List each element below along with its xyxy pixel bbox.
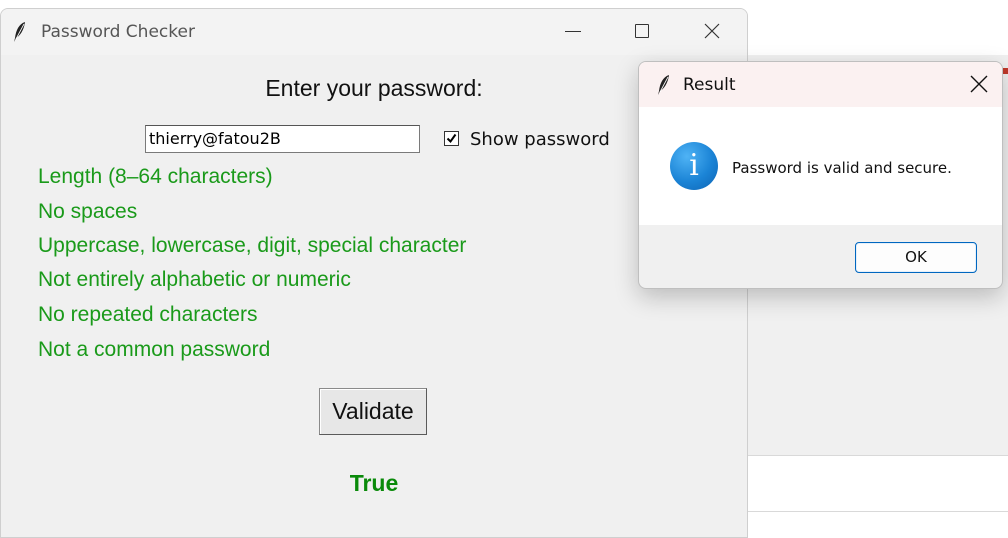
show-password-label[interactable]: Show password <box>470 129 610 150</box>
maximize-button[interactable] <box>607 9 677 55</box>
rule-no-spaces: No spaces <box>38 200 138 223</box>
rule-not-common: Not a common password <box>38 338 271 361</box>
dialog-message: Password is valid and secure. <box>732 159 952 177</box>
password-input[interactable]: thierry@fatou2B <box>145 125 420 153</box>
result-dialog: Result i Password is valid and secure. O… <box>638 61 1003 289</box>
dialog-close-button[interactable] <box>959 62 1002 107</box>
minimize-button[interactable] <box>537 9 607 55</box>
rule-character-classes: Uppercase, lowercase, digit, special cha… <box>38 234 467 257</box>
rule-no-repeats: No repeated characters <box>38 303 258 326</box>
prompt-heading: Enter your password: <box>265 75 483 101</box>
background-panel <box>748 456 1008 526</box>
validation-result: True <box>349 470 399 496</box>
feather-icon <box>657 74 671 96</box>
password-checker-window: Password Checker Enter your password: th… <box>0 8 748 538</box>
dialog-body: i Password is valid and secure. <box>639 107 1002 225</box>
close-button[interactable] <box>677 9 747 55</box>
rule-length: Length (8–64 characters) <box>38 165 273 188</box>
title-bar[interactable]: Password Checker <box>1 9 747 55</box>
validate-button[interactable]: Validate <box>319 388 427 435</box>
divider <box>748 511 1008 512</box>
dialog-title: Result <box>683 75 736 95</box>
background-accent <box>1003 68 1008 74</box>
ok-button[interactable]: OK <box>855 242 977 273</box>
feather-icon <box>13 21 27 43</box>
close-icon <box>970 75 988 93</box>
window-title: Password Checker <box>41 22 195 42</box>
checkmark-icon <box>446 133 457 144</box>
close-icon <box>704 23 720 39</box>
show-password-checkbox[interactable] <box>444 131 459 146</box>
rule-not-alpha-numeric: Not entirely alphabetic or numeric <box>38 268 351 291</box>
info-icon: i <box>670 142 718 190</box>
dialog-title-bar[interactable]: Result <box>639 62 1002 107</box>
